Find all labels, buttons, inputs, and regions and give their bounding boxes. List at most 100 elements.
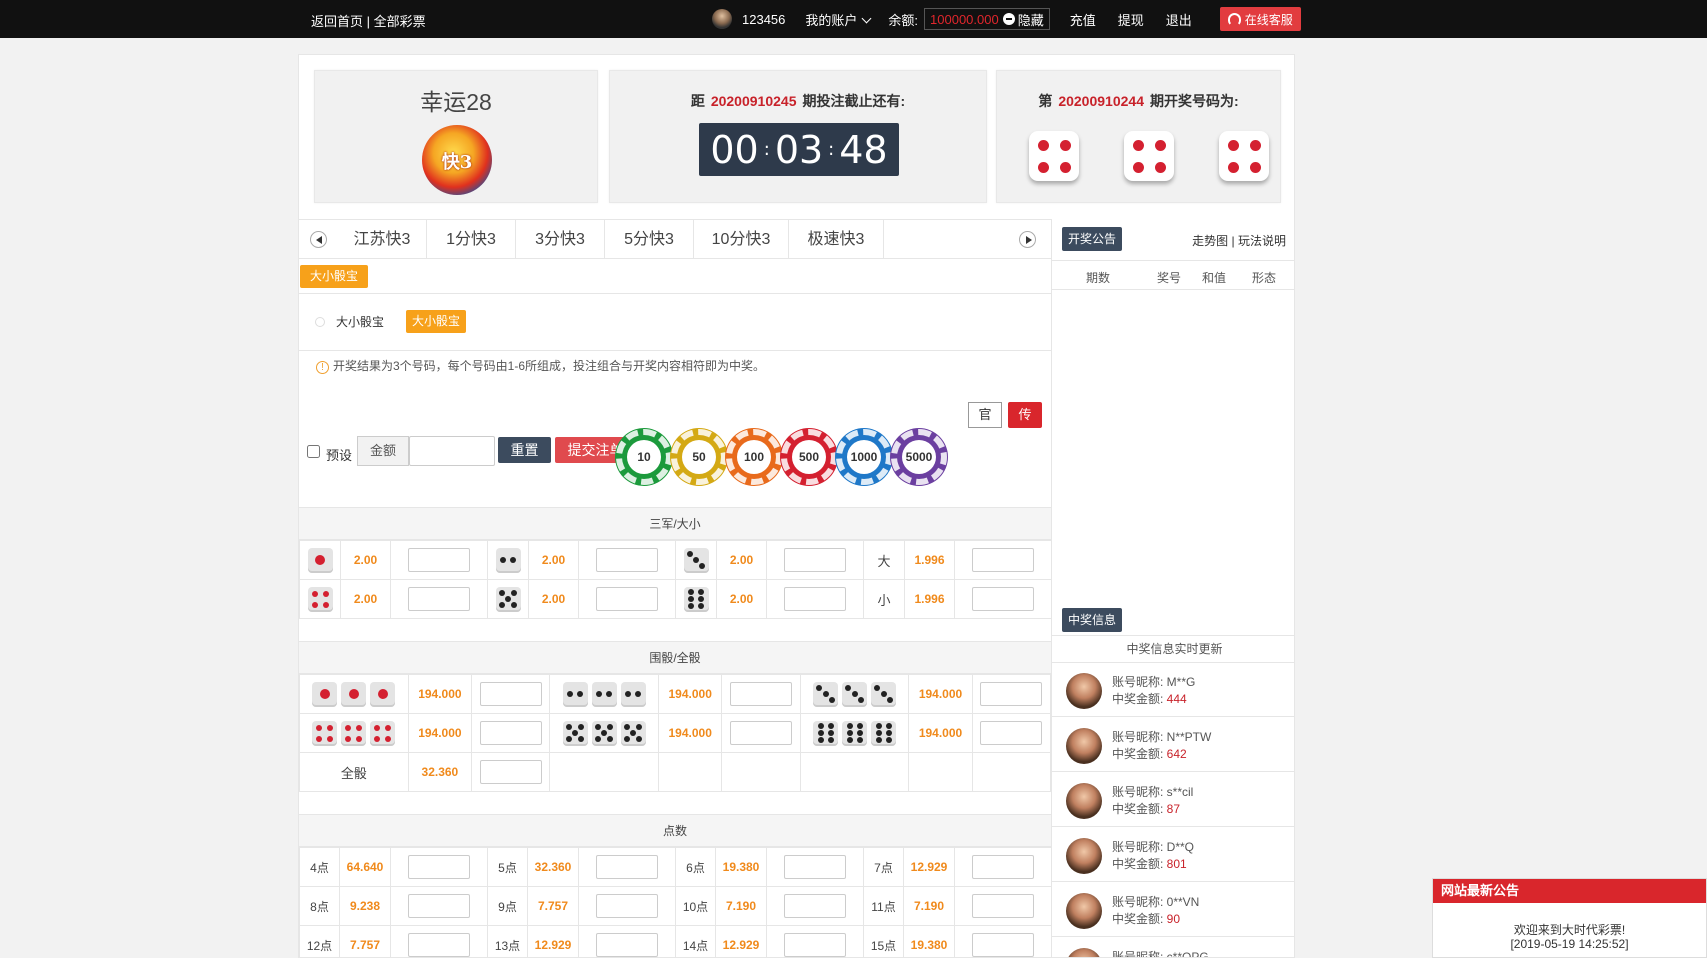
bet-option[interactable] [487, 540, 529, 580]
triple-option[interactable] [799, 674, 910, 714]
bet-amount-input[interactable] [408, 855, 470, 879]
die-4-icon [312, 720, 338, 746]
bet-option[interactable]: 小 [863, 579, 905, 619]
all-dice-label[interactable]: 全骰 [299, 752, 409, 792]
bet-option[interactable] [299, 579, 341, 619]
triple-option[interactable] [299, 713, 409, 753]
tabs-next-arrow-icon[interactable] [1019, 231, 1036, 248]
site-notice-popup[interactable]: 网站最新公告 欢迎来到大时代彩票! [2019-05-19 14:25:52] [1432, 878, 1707, 958]
point-label[interactable]: 11点 [863, 886, 904, 926]
official-mode-button[interactable]: 官 [968, 402, 1002, 428]
headset-icon [1227, 12, 1241, 26]
bet-amount-input[interactable] [729, 721, 792, 745]
bet-amount-input[interactable] [980, 682, 1043, 706]
bet-amount-input[interactable] [479, 721, 542, 745]
sub-play-tag[interactable]: 大小骰宝 [406, 310, 466, 333]
point-label[interactable]: 8点 [299, 886, 340, 926]
rules-link[interactable]: 玩法说明 [1238, 234, 1286, 248]
tab-1min-k3[interactable]: 1分快3 [427, 220, 516, 259]
chip-10[interactable]: 10 [616, 429, 672, 485]
point-label[interactable]: 4点 [299, 847, 340, 887]
triple-option[interactable] [799, 713, 910, 753]
bet-amount-input[interactable] [980, 721, 1043, 745]
bet-amount-input[interactable] [596, 548, 658, 572]
bet-option[interactable] [675, 579, 717, 619]
bet-amount-input[interactable] [784, 548, 846, 572]
winner-nick: 账号昵称: D**Q [1112, 840, 1195, 854]
point-label[interactable]: 9点 [487, 886, 528, 926]
bet-option[interactable] [299, 540, 341, 580]
bet-amount-input[interactable] [408, 933, 470, 957]
draw-announce-button[interactable]: 开奖公告 [1062, 227, 1123, 251]
bet-amount-input[interactable] [784, 855, 846, 879]
point-label[interactable]: 7点 [863, 847, 904, 887]
bet-amount-input[interactable] [972, 548, 1034, 572]
tab-fast-k3[interactable]: 极速快3 [789, 220, 884, 259]
point-label[interactable]: 13点 [487, 925, 528, 957]
home-link[interactable]: 返回首页 [311, 14, 363, 29]
point-label[interactable]: 14点 [675, 925, 716, 957]
chip-1000[interactable]: 1000 [836, 429, 892, 485]
bet-option[interactable] [487, 579, 529, 619]
tabs-prev-arrow-icon[interactable] [310, 231, 327, 248]
tab-3min-k3[interactable]: 3分快3 [516, 220, 605, 259]
chip-100[interactable]: 100 [726, 429, 782, 485]
bet-amount-input[interactable] [729, 682, 792, 706]
point-label[interactable]: 5点 [487, 847, 528, 887]
recharge-link[interactable]: 充值 [1070, 10, 1096, 29]
all-lottery-link[interactable]: 全部彩票 [374, 14, 426, 29]
chip-5000[interactable]: 5000 [891, 429, 947, 485]
withdraw-link[interactable]: 提现 [1118, 10, 1144, 29]
my-account-menu[interactable]: 我的账户 [805, 10, 872, 29]
bet-amount-input[interactable] [596, 587, 658, 611]
logout-link[interactable]: 退出 [1166, 10, 1192, 29]
bet-option[interactable] [675, 540, 717, 580]
tab-10min-k3[interactable]: 10分快3 [694, 220, 789, 259]
bet-amount-input[interactable] [784, 587, 846, 611]
tab-5min-k3[interactable]: 5分快3 [605, 220, 694, 259]
traditional-mode-button[interactable]: 传 [1008, 402, 1042, 428]
table-row: 4点 64.640 5点 32.360 6点 19.380 7点 12.929 [299, 847, 1052, 887]
win-info-button[interactable]: 中奖信息 [1062, 608, 1123, 632]
point-label[interactable]: 12点 [299, 925, 340, 957]
bet-amount-input[interactable] [972, 933, 1034, 957]
reset-button[interactable]: 重置 [498, 437, 551, 463]
bet-amount-input[interactable] [972, 855, 1034, 879]
triple-option[interactable] [549, 713, 660, 753]
point-label[interactable]: 10点 [675, 886, 716, 926]
avatar [1066, 728, 1102, 764]
trend-chart-link[interactable]: 走势图 [1192, 234, 1228, 248]
die-3-icon [871, 681, 897, 707]
odds-value: 2.00 [340, 579, 391, 619]
bet-amount-input[interactable] [408, 548, 470, 572]
bet-amount-input[interactable] [479, 682, 542, 706]
bet-amount-input[interactable] [596, 894, 658, 918]
chip-50[interactable]: 50 [671, 429, 727, 485]
bet-amount-input[interactable] [972, 894, 1034, 918]
bet-amount-input[interactable] [784, 894, 846, 918]
point-label[interactable]: 15点 [863, 925, 904, 957]
triple-option[interactable] [549, 674, 660, 714]
preset-checkbox[interactable] [307, 445, 320, 458]
bet-option[interactable]: 大 [863, 540, 905, 580]
bet-amount-input[interactable] [784, 933, 846, 957]
bet-amount-input[interactable] [596, 855, 658, 879]
bet-amount-input[interactable] [408, 894, 470, 918]
bet-amount-input[interactable] [596, 933, 658, 957]
amount-input[interactable] [409, 436, 495, 466]
hide-icon[interactable] [1002, 13, 1015, 25]
winner-item: 账号昵称: M**G 中奖金额: 444 [1052, 663, 1294, 717]
die-6-icon [871, 720, 897, 746]
hide-toggle[interactable]: 隐藏 [1018, 10, 1044, 29]
bet-amount-input[interactable] [972, 587, 1034, 611]
point-label[interactable]: 6点 [675, 847, 716, 887]
bet-amount-input[interactable] [479, 760, 542, 784]
tab-jiangsu-k3[interactable]: 江苏快3 [338, 220, 427, 259]
odds-value: 7.190 [903, 886, 955, 926]
chip-500[interactable]: 500 [781, 429, 837, 485]
bet-amount-input[interactable] [408, 587, 470, 611]
triple-option[interactable] [299, 674, 409, 714]
chevron-down-icon [861, 13, 872, 23]
play-type-tag[interactable]: 大小骰宝 [300, 265, 368, 288]
online-service-button[interactable]: 在线客服 [1219, 7, 1301, 31]
